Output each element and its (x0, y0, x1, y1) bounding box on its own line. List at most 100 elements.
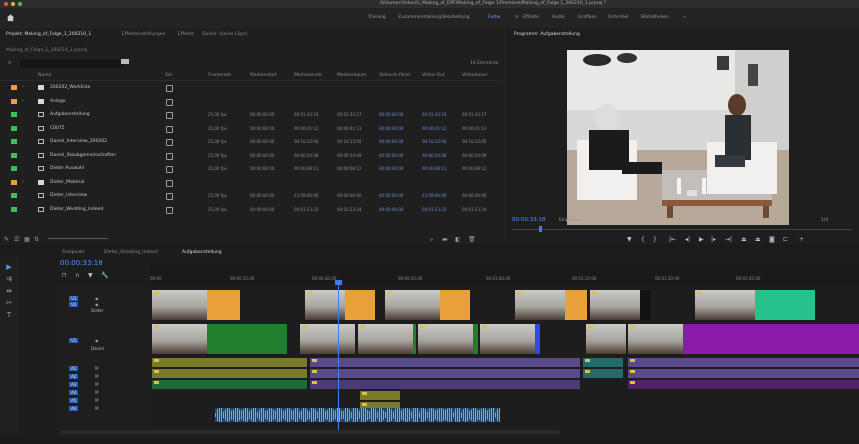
list-item[interactable]: › Dieter_Material (0, 176, 496, 189)
track-target-v1[interactable]: V1 (69, 338, 79, 343)
timeline-timecode[interactable]: 00:00:33:18 (60, 259, 103, 267)
clip-v1[interactable] (628, 324, 859, 354)
select-checkbox[interactable] (166, 112, 173, 119)
mute-track-button[interactable]: M (95, 406, 98, 411)
expand-icon[interactable]: › (22, 84, 24, 90)
snap-icon[interactable]: ⊓ (62, 272, 67, 279)
add-marker-timeline-icon[interactable]: ▼ (88, 272, 93, 279)
mute-track-button[interactable]: M (95, 398, 98, 403)
tab-effect-controls[interactable]: Effekteinstellungen (122, 32, 166, 37)
select-checkbox[interactable] (166, 193, 173, 200)
tab-seq-dieter-shooting[interactable]: Dieter_Shooting_Indeed (104, 250, 158, 255)
clip-v2[interactable] (590, 290, 650, 320)
search-bin-icon[interactable]: ⌕ (430, 236, 433, 244)
list-item[interactable]: Aufgabenstellung 25,00 fps 00:00:00:00 00:0… (0, 108, 496, 121)
lift-icon[interactable]: ⏏ (741, 236, 747, 243)
track-target-a3[interactable]: A3 (69, 382, 79, 387)
text-tool-icon[interactable]: T (5, 311, 13, 319)
pencil-icon[interactable]: ✎ (4, 236, 9, 243)
toggle-output-icon[interactable]: ◉ (95, 338, 99, 343)
mark-in-icon[interactable]: { (641, 236, 645, 243)
monitor-scrubber[interactable] (512, 229, 852, 230)
select-checkbox[interactable] (166, 85, 173, 92)
minimize-window-button[interactable] (11, 2, 15, 6)
mute-track-button[interactable]: M (95, 366, 98, 371)
col-medienende[interactable]: Medienende (294, 73, 322, 78)
playhead-handle[interactable] (335, 280, 342, 285)
col-framerate[interactable]: Framerate (208, 73, 231, 78)
trash-icon[interactable]: 🗑 (468, 236, 476, 243)
add-marker-icon[interactable]: ▼ (627, 236, 632, 243)
clip-v2[interactable] (515, 290, 587, 320)
list-item[interactable]: Dieter_Wedding_Indeed 25,00 fps 00:00:00:0… (0, 203, 496, 216)
label-color-swatch[interactable] (11, 139, 17, 144)
list-item[interactable]: Daniel_Interview_200202 25,00 fps 00:00:00… (0, 135, 496, 148)
clip-v1[interactable] (480, 324, 540, 354)
label-color-swatch[interactable] (11, 206, 17, 212)
home-icon[interactable] (6, 13, 15, 22)
workspace-bearbeitung[interactable]: Bearbeitung (442, 15, 470, 20)
workspace-audio[interactable]: Audio (552, 15, 565, 20)
clip-v2[interactable] (695, 290, 815, 320)
play-icon[interactable]: ▶ (699, 236, 704, 243)
mute-track-button[interactable]: M (95, 390, 98, 395)
label-color-swatch[interactable] (11, 112, 17, 117)
clip-a2[interactable] (583, 369, 623, 378)
label-color-swatch[interactable] (11, 152, 17, 158)
toggle-output-icon[interactable]: ◉ (95, 296, 99, 301)
clip-a1[interactable] (583, 358, 623, 367)
clip-a3[interactable] (310, 380, 580, 389)
list-item[interactable]: Daniel_Staubgemeinschaften 25,00 fps 00:00… (0, 149, 496, 162)
clip-v1[interactable] (418, 324, 478, 354)
mark-out-icon[interactable]: } (653, 236, 657, 243)
close-window-button[interactable] (4, 2, 8, 6)
extract-icon[interactable]: ⏏ (755, 236, 761, 243)
clip-v2[interactable] (305, 290, 375, 320)
expand-icon[interactable]: › (22, 179, 24, 185)
label-color-swatch[interactable] (11, 166, 17, 171)
clip-a1[interactable] (310, 358, 580, 367)
mute-track-button[interactable]: M (95, 374, 98, 379)
toggle-output-icon[interactable]: ◉ (95, 302, 99, 307)
select-checkbox[interactable] (166, 125, 173, 133)
track-target-a4[interactable]: A4 (69, 390, 79, 395)
clip-v1[interactable] (586, 324, 626, 354)
time-ruler[interactable]: 00:00 00:00:15:00 00:00:30:00 00:00:45:00 00… (150, 266, 859, 284)
new-bin-icon[interactable] (121, 59, 129, 64)
track-target-a5[interactable]: A5 (69, 398, 79, 403)
timeline-playhead[interactable] (338, 284, 339, 432)
track-area[interactable] (150, 284, 859, 432)
mute-track-button[interactable]: M (95, 382, 98, 387)
tab-project[interactable]: Projekt: Making_of_Folge_1_200210_1 (6, 32, 91, 37)
program-monitor-title[interactable]: Programm: Aufgabenstellung (514, 32, 580, 37)
clip-v2[interactable] (152, 290, 240, 320)
workspace-more[interactable]: ≡ (515, 15, 519, 20)
track-target-v3[interactable]: V3 (69, 296, 79, 301)
label-color-swatch[interactable] (11, 85, 17, 90)
col-medienstart[interactable]: Medienstart (250, 73, 277, 78)
select-checkbox[interactable] (166, 179, 173, 187)
project-search-input[interactable] (20, 59, 124, 68)
add-button-icon[interactable]: + (799, 236, 804, 243)
step-back-icon[interactable]: ◂| (685, 236, 690, 243)
col-mediendauer[interactable]: Mediendauer (337, 73, 366, 78)
workspace-effekte[interactable]: Effekte (523, 15, 539, 20)
resolution-dropdown[interactable]: 1/4 (821, 218, 828, 223)
linked-selection-icon[interactable]: ∩ (75, 272, 79, 279)
workspace-unterlnel[interactable]: Unterlnel (608, 15, 629, 20)
select-checkbox[interactable] (166, 139, 173, 146)
workspace-farbe[interactable]: Farbe (488, 15, 500, 20)
track-target-v2[interactable]: V2 (69, 302, 79, 307)
clip-v1[interactable] (358, 324, 416, 354)
list-item[interactable]: › Anlage (0, 95, 496, 108)
col-sel[interactable]: Sel (165, 73, 172, 78)
clip-a2[interactable] (152, 369, 307, 378)
workspace-zusammenstellung[interactable]: Zusammenstellung (398, 15, 441, 20)
select-checkbox[interactable] (166, 166, 173, 173)
music-audio-clip[interactable] (215, 408, 500, 422)
workspace-training[interactable]: Training (368, 15, 386, 20)
go-to-out-icon[interactable]: ⇥| (725, 236, 732, 243)
timeline-scrollbar[interactable] (60, 430, 560, 434)
track-target-a1[interactable]: A1 (69, 366, 79, 371)
list-item[interactable]: Dieter Auswahl 25,00 fps 00:00:00:00 00:00:… (0, 162, 496, 175)
